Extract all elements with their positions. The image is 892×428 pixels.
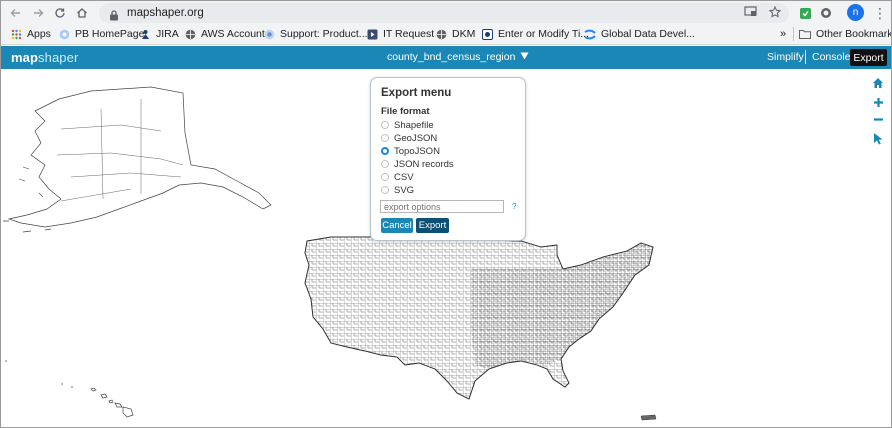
folder-icon	[799, 28, 811, 40]
puerto-rico-shape	[640, 414, 657, 421]
layer-selector[interactable]: county_bnd_census_region	[387, 51, 529, 63]
layer-name-text: county_bnd_census_region	[387, 51, 516, 63]
bookmarks-bar: Apps PB HomePage JIRA AWS Account Suppor…	[1, 25, 891, 45]
dialog-export-button[interactable]: Export	[416, 218, 449, 233]
dialog-title: Export menu	[381, 87, 452, 99]
export-button[interactable]: Export	[850, 49, 887, 66]
hawaii-shape	[5, 360, 134, 418]
alaska-shape	[3, 86, 272, 233]
format-option-json-records[interactable]: JSON records	[381, 158, 454, 170]
bookmark-label: JIRA	[156, 28, 179, 40]
logo-text-map: map	[11, 50, 39, 65]
bookmark-pb-homepage[interactable]: PB HomePage	[58, 28, 144, 40]
home-extent-icon[interactable]	[870, 75, 886, 91]
url-text: mapshaper.org	[127, 7, 204, 19]
help-link[interactable]: ?	[512, 202, 516, 211]
forward-icon[interactable]	[27, 2, 49, 24]
address-bar[interactable]: mapshaper.org	[99, 3, 789, 23]
bookmark-label: Apps	[27, 28, 51, 40]
apps-grid-icon	[10, 28, 22, 40]
radio-button[interactable]	[381, 134, 389, 142]
globe-icon	[435, 28, 447, 40]
zoom-in-icon[interactable]	[870, 94, 886, 110]
lock-icon	[109, 8, 119, 20]
radio-button[interactable]	[381, 121, 389, 129]
format-label: SVG	[394, 184, 415, 196]
pointer-tool-icon[interactable]	[870, 130, 886, 146]
bookmark-label: Global Data Devel...	[601, 28, 695, 40]
it-request-icon	[366, 28, 378, 40]
format-label: GeoJSON	[394, 132, 438, 144]
export-options-input[interactable]	[380, 200, 504, 213]
bookmark-label: Support: Product...	[280, 28, 368, 40]
app-logo: mapshaper	[11, 50, 78, 65]
bookmarks-overflow-button[interactable]: »	[780, 28, 786, 40]
bookmarks-divider	[793, 27, 794, 41]
bookmark-star-icon[interactable]	[768, 5, 782, 21]
bookmark-dkm[interactable]: DKM	[435, 28, 475, 40]
home-icon[interactable]	[71, 2, 93, 24]
confluence-icon	[584, 28, 596, 40]
format-label: JSON records	[394, 158, 454, 170]
radio-button[interactable]	[381, 186, 389, 194]
back-icon[interactable]	[5, 2, 27, 24]
bookmark-apps[interactable]: Apps	[10, 28, 51, 40]
bookmark-label: IT Request	[383, 28, 435, 40]
support-icon	[263, 28, 275, 40]
radio-button-selected[interactable]	[381, 147, 389, 155]
radio-button[interactable]	[381, 173, 389, 181]
format-option-csv[interactable]: CSV	[381, 171, 414, 183]
globe-icon	[184, 28, 196, 40]
bookmark-aws[interactable]: AWS Account	[184, 28, 265, 40]
format-option-geojson[interactable]: GeoJSON	[381, 132, 437, 144]
bookmark-jira[interactable]: JIRA	[139, 28, 179, 40]
browser-menu-icon[interactable]: ⋮	[873, 4, 887, 22]
cast-icon[interactable]	[744, 6, 757, 21]
other-bookmarks[interactable]: Other Bookmarks	[799, 28, 892, 40]
bookmark-it-request[interactable]: IT Request	[366, 28, 434, 40]
jira-icon	[139, 28, 151, 40]
bookmark-label: DKM	[452, 28, 476, 40]
cancel-button[interactable]: Cancel	[381, 218, 413, 233]
bookmark-label: Enter or Modify Ti...	[498, 28, 590, 40]
globe-icon	[58, 28, 70, 40]
zoom-out-icon[interactable]	[870, 111, 886, 127]
browser-window: mapshaper.org n ⋮ Apps PB HomePage JIRA …	[0, 0, 892, 428]
other-bookmarks-label: Other Bookmarks	[816, 28, 892, 40]
format-option-shapefile[interactable]: Shapefile	[381, 119, 434, 131]
browser-toolbar: mapshaper.org n ⋮	[1, 1, 891, 25]
format-label: Shapefile	[394, 119, 434, 131]
format-option-topojson[interactable]: TopoJSON	[381, 145, 440, 157]
triangle-down-icon	[520, 52, 529, 63]
format-option-svg[interactable]: SVG	[381, 184, 414, 196]
logo-text-shaper: shaper	[38, 50, 79, 65]
console-button[interactable]: Console	[812, 51, 851, 63]
export-menu-dialog: Export menu File format Shapefile GeoJSO…	[370, 77, 526, 241]
file-format-heading: File format	[381, 106, 430, 117]
timesheet-icon	[481, 28, 493, 40]
format-label: CSV	[394, 171, 414, 183]
app-header: mapshaper county_bnd_census_region Simpl…	[1, 46, 891, 69]
bookmark-support[interactable]: Support: Product...	[263, 28, 368, 40]
extension-circle-icon[interactable]	[818, 5, 834, 21]
simplify-button[interactable]: Simplify	[767, 51, 804, 63]
header-divider	[805, 50, 806, 64]
format-label: TopoJSON	[394, 145, 440, 157]
bookmark-label: PB HomePage	[75, 28, 145, 40]
radio-button[interactable]	[381, 160, 389, 168]
bookmark-label: AWS Account	[201, 28, 265, 40]
bookmark-global-data[interactable]: Global Data Devel...	[584, 28, 695, 40]
reload-icon[interactable]	[49, 2, 71, 24]
extension-icon[interactable]	[797, 5, 813, 21]
profile-avatar[interactable]: n	[847, 4, 864, 21]
contiguous-us-shape	[304, 236, 654, 400]
bookmark-timesheet[interactable]: Enter or Modify Ti...	[481, 28, 589, 40]
